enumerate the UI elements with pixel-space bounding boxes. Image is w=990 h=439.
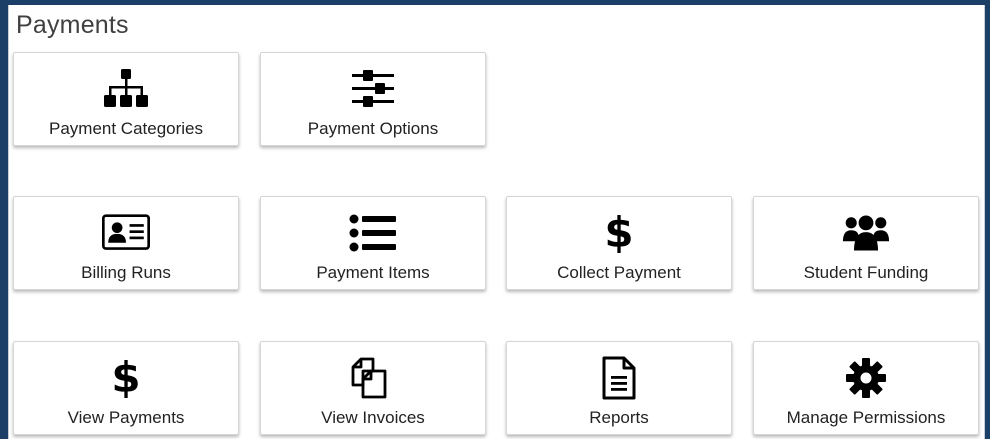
dollar-glyph: $ xyxy=(111,353,141,402)
sitemap-icon xyxy=(102,67,150,111)
view-payments-tile[interactable]: $ View Payments xyxy=(13,341,239,435)
tile-label: Payment Categories xyxy=(48,119,204,138)
dollar-icon: $ xyxy=(102,356,150,400)
id-card-icon xyxy=(102,211,150,255)
tile-label: Collect Payment xyxy=(557,263,681,282)
view-invoices-tile[interactable]: View Invoices xyxy=(260,341,486,435)
collect-payment-tile[interactable]: $ Collect Payment xyxy=(506,196,732,290)
payment-items-tile[interactable]: Payment Items xyxy=(260,196,486,290)
manage-permissions-tile[interactable]: Manage Permissions xyxy=(753,341,979,435)
payment-options-tile[interactable]: Payment Options xyxy=(260,52,486,146)
payment-categories-tile[interactable]: Payment Categories xyxy=(13,52,239,146)
tile-label: Payment Options xyxy=(307,119,439,138)
tile-label: Manage Permissions xyxy=(786,408,946,427)
tile-label: View Invoices xyxy=(321,408,425,427)
payments-panel: Payments Payment Categories Payment Opti… xyxy=(8,5,985,439)
tile-label: Payment Items xyxy=(316,263,430,282)
document-icon xyxy=(595,356,643,400)
student-funding-tile[interactable]: Student Funding xyxy=(753,196,979,290)
tile-label: Billing Runs xyxy=(81,263,171,282)
billing-runs-tile[interactable]: Billing Runs xyxy=(13,196,239,290)
gear-icon xyxy=(842,356,890,400)
tile-label: Student Funding xyxy=(803,263,929,282)
list-icon xyxy=(349,211,397,255)
page-title: Payments xyxy=(16,11,129,39)
copy-documents-icon xyxy=(349,356,397,400)
dollar-glyph: $ xyxy=(604,208,634,257)
sliders-icon xyxy=(349,67,397,111)
tile-label: View Payments xyxy=(67,408,185,427)
reports-tile[interactable]: Reports xyxy=(506,341,732,435)
tile-label: Reports xyxy=(589,408,649,427)
users-icon xyxy=(842,211,890,255)
dollar-icon: $ xyxy=(595,211,643,255)
